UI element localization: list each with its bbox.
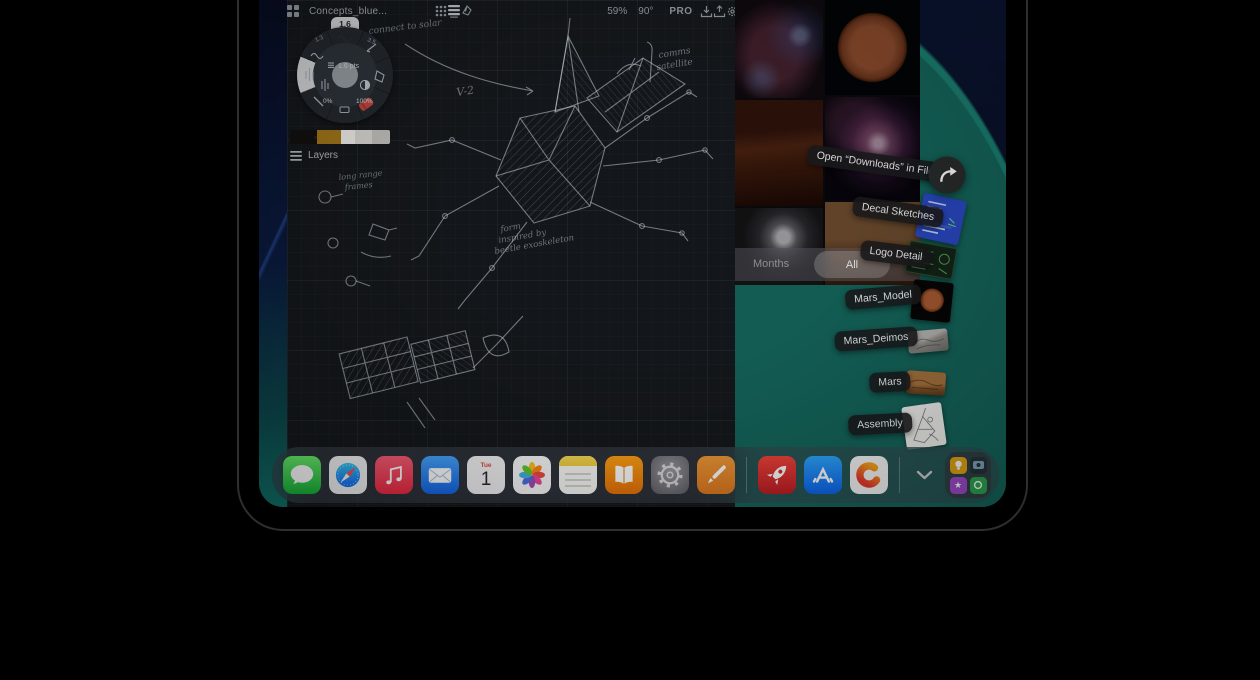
soft-pencil-tool-icon: [311, 54, 323, 59]
calendar-day: 1: [481, 469, 492, 490]
drag-item-assembly[interactable]: Assembly: [848, 412, 912, 435]
forward-arrow-icon: [936, 164, 958, 186]
layers-panel-button[interactable]: [447, 0, 461, 22]
dock-app-sketch-pen[interactable]: [697, 456, 735, 494]
color-palette-strip[interactable]: [290, 130, 390, 144]
color-swatch-gold[interactable]: [317, 130, 341, 144]
photo-mars-globe[interactable]: [825, 0, 920, 95]
color-swatch-gray[interactable]: [372, 130, 390, 144]
dock-chevron-button[interactable]: [911, 456, 937, 494]
photos-app-pane: [735, 0, 920, 285]
workspace-grid-button[interactable]: [287, 0, 299, 22]
svg-text:long range: long range: [338, 168, 383, 182]
app-library-mini-timer: [970, 477, 987, 494]
svg-text:V-2: V-2: [456, 84, 475, 99]
dock-separator: [746, 457, 747, 493]
dock-app-music[interactable]: [375, 456, 413, 494]
color-swatch-white[interactable]: [341, 130, 355, 144]
layers-label: Layers: [308, 150, 338, 161]
eraser-tool-icon: [340, 107, 349, 113]
dock-app-rocket[interactable]: [758, 456, 796, 494]
document-title: Concepts_blue...: [309, 6, 387, 17]
dock-app-calendar[interactable]: Tue 1: [467, 456, 505, 494]
palette-selection-dot: [314, 136, 317, 139]
dock-app-books[interactable]: [605, 456, 643, 494]
pencil-tool-icon: [338, 36, 351, 43]
four-square-grid-icon: [287, 5, 299, 17]
layers-button[interactable]: Layers: [290, 150, 338, 161]
layers-menu-icon: [290, 151, 302, 161]
wallpaper-left-strip: [259, 0, 287, 507]
pro-badge[interactable]: PRO: [669, 6, 692, 17]
app-library-mini-camera: [970, 457, 987, 474]
stroke-menu-icon: [328, 63, 334, 67]
zoom-level[interactable]: 59%: [607, 6, 627, 17]
dock-separator-recent: [899, 457, 900, 493]
dock-app-notes[interactable]: [559, 456, 597, 494]
dock-app-safari[interactable]: [329, 456, 367, 494]
import-icon: [700, 5, 713, 18]
drop-redirect-badge: [929, 157, 966, 194]
nine-dot-grid-icon: [435, 5, 447, 17]
color-swatch-black[interactable]: [290, 130, 317, 144]
tab-months[interactable]: Months: [753, 248, 789, 281]
color-swatch-lightgray[interactable]: [355, 130, 372, 144]
tool-wheel-glyphs: 1.3 3.5 1.6 pts 0% 100%: [297, 27, 393, 123]
dock-app-mail[interactable]: [421, 456, 459, 494]
dock-app-messages[interactable]: [283, 456, 321, 494]
svg-text:100%: 100%: [356, 98, 373, 105]
smoothing-icon: [322, 79, 328, 91]
import-button[interactable]: [700, 0, 713, 22]
app-library-mini-tips: [950, 457, 967, 474]
tool-wheel[interactable]: 1.6 1.3 3.5 1.6 pts 0% 100%: [297, 27, 393, 123]
drag-item-mars[interactable]: Mars: [869, 371, 911, 393]
svg-text:1.3: 1.3: [314, 35, 325, 44]
share-export-icon: [713, 5, 726, 18]
calendar-weekday: Tue: [480, 462, 491, 469]
stacked-lines-icon: [447, 5, 461, 18]
export-button[interactable]: [713, 0, 726, 22]
svg-text:1.6 pts: 1.6 pts: [338, 63, 360, 70]
dock-app-library[interactable]: ★: [945, 452, 991, 498]
dock-app-settings[interactable]: [651, 456, 689, 494]
pen-nib-icon: [461, 5, 473, 17]
pen-tool-wheel-icon: [314, 97, 323, 106]
dock-app-concepts[interactable]: [850, 456, 888, 494]
svg-text:0%: 0%: [323, 98, 333, 105]
thumbnail-mars[interactable]: [906, 370, 947, 396]
dock-app-photos[interactable]: [513, 456, 551, 494]
ipad-screen: connect to solar comms satellite V-2 lon…: [259, 0, 1006, 507]
dock-app-appstore[interactable]: [804, 456, 842, 494]
objects-grid-button[interactable]: [435, 0, 447, 22]
nib-tool-icon: [375, 71, 384, 82]
photo-horsehead-nebula[interactable]: [735, 0, 823, 98]
chevron-down-icon: [916, 470, 933, 480]
airbrush-tool-icon: [306, 68, 313, 81]
app-library-mini-star: ★: [950, 477, 967, 494]
dock: Tue 1: [272, 447, 999, 503]
marker-tool-icon: [367, 44, 376, 52]
notes-yellow-band: [559, 456, 597, 466]
svg-text:frames: frames: [343, 180, 373, 192]
rotation-angle[interactable]: 90°: [638, 6, 653, 17]
pen-tool-button[interactable]: [461, 0, 473, 22]
